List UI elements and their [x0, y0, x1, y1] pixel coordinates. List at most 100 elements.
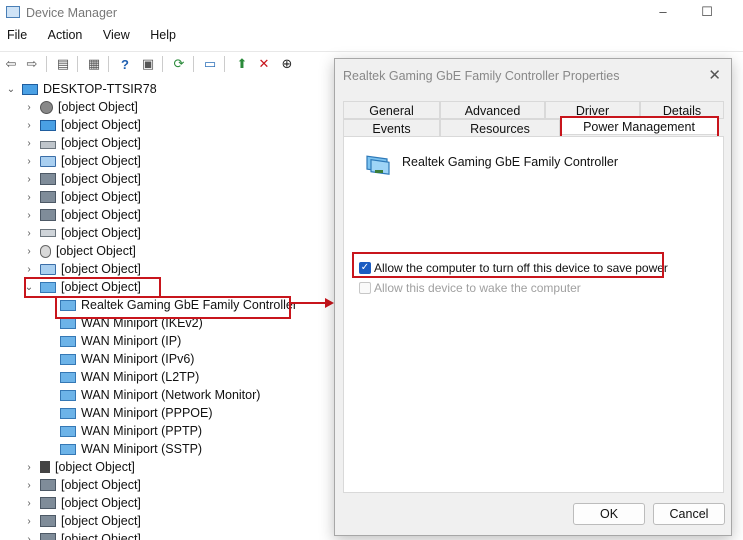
tree-category[interactable]: › [object Object]: [24, 494, 141, 512]
title-bar: Device Manager – ☐: [0, 0, 743, 26]
network-adapter-item[interactable]: WAN Miniport (IPv6): [60, 350, 194, 368]
chevron-right-icon[interactable]: ›: [24, 498, 34, 509]
close-icon[interactable]: ✕: [708, 66, 721, 84]
network-adapter-icon: [60, 443, 76, 455]
network-adapter-icon: [60, 425, 76, 437]
show-hide-tree-icon[interactable]: ▤: [54, 55, 72, 73]
network-adapter-item[interactable]: WAN Miniport (Network Monitor): [60, 386, 260, 404]
tree-category-label: [object Object]: [61, 154, 141, 168]
computer-icon: [40, 119, 56, 131]
tab-advanced[interactable]: Advanced: [440, 101, 545, 119]
tree-category[interactable]: › [object Object]: [24, 224, 141, 242]
menu-action[interactable]: Action: [48, 28, 83, 42]
tree-category-label: [object Object]: [61, 172, 141, 186]
network-adapter-item[interactable]: WAN Miniport (PPPOE): [60, 404, 213, 422]
network-adapter-item[interactable]: WAN Miniport (SSTP): [60, 440, 202, 458]
tab-resources[interactable]: Resources: [440, 119, 560, 137]
chevron-right-icon[interactable]: ›: [24, 138, 34, 149]
network-adapter-item[interactable]: WAN Miniport (L2TP): [60, 368, 199, 386]
tree-category[interactable]: › [object Object]: [24, 188, 141, 206]
tree-category[interactable]: › [object Object]: [24, 260, 141, 278]
properties-icon[interactable]: ▦: [85, 55, 103, 73]
chevron-right-icon[interactable]: ›: [24, 480, 34, 491]
tree-category[interactable]: › [object Object]: [24, 242, 136, 260]
port-icon: [40, 461, 50, 473]
chevron-right-icon[interactable]: ›: [24, 102, 34, 113]
maximize-button[interactable]: ☐: [697, 4, 717, 20]
tree-category-label: [object Object]: [61, 190, 141, 204]
tree-category[interactable]: › [object Object]: [24, 458, 135, 476]
device-manager-icon: [6, 6, 20, 18]
network-adapter-label: WAN Miniport (SSTP): [81, 442, 203, 456]
tree-category[interactable]: › [object Object]: [24, 170, 141, 188]
allow-wake-label: Allow this device to wake the computer: [374, 281, 581, 295]
tree-category[interactable]: › [object Object]: [24, 152, 141, 170]
tab-general[interactable]: General: [343, 101, 440, 119]
scan-hardware-icon[interactable]: ⟳: [170, 55, 188, 73]
chevron-right-icon[interactable]: ›: [24, 228, 34, 239]
tree-category[interactable]: › [object Object]: [24, 116, 141, 134]
highlight-allow-turn-off: [352, 252, 664, 278]
highlight-realtek-device: [55, 296, 291, 319]
network-adapter-label: WAN Miniport (Network Monitor): [81, 388, 261, 402]
update-driver-icon[interactable]: ▭: [201, 55, 219, 73]
network-adapter-item[interactable]: WAN Miniport (PPTP): [60, 422, 202, 440]
chevron-right-icon[interactable]: ›: [24, 534, 34, 540]
menu-file[interactable]: File: [7, 28, 27, 42]
tree-category-label: [object Object]: [61, 136, 141, 150]
uninstall-icon[interactable]: ✕: [255, 55, 273, 73]
network-adapter-label: WAN Miniport (PPPOE): [81, 406, 213, 420]
cancel-button[interactable]: Cancel: [653, 503, 725, 525]
device-name: Realtek Gaming GbE Family Controller: [402, 155, 619, 169]
menu-view[interactable]: View: [103, 28, 130, 42]
allow-wake-checkbox: [359, 282, 371, 294]
network-adapter-item[interactable]: WAN Miniport (IP): [60, 332, 181, 350]
speaker-icon: [40, 100, 53, 114]
minimize-button[interactable]: –: [653, 4, 673, 20]
hid-icon: [40, 191, 56, 203]
help-icon[interactable]: ?: [116, 55, 134, 73]
network-adapter-label: WAN Miniport (L2TP): [81, 370, 200, 384]
software-component-icon: [40, 533, 56, 540]
disable-device-icon[interactable]: ⊕: [278, 55, 296, 73]
arrow-head: [325, 298, 334, 308]
forward-icon[interactable]: ⇨: [23, 55, 41, 73]
tree-category[interactable]: › [object Object]: [24, 512, 141, 530]
network-adapter-icon: [60, 407, 76, 419]
chevron-down-icon[interactable]: ⌄: [6, 84, 16, 95]
view-icon[interactable]: ▣: [139, 55, 157, 73]
menu-bar: File Action View Help: [0, 28, 186, 48]
tree-category-label: [object Object]: [55, 460, 135, 474]
network-adapter-icon: [60, 335, 76, 347]
chevron-right-icon[interactable]: ›: [24, 516, 34, 527]
tab-events[interactable]: Events: [343, 119, 440, 137]
chevron-right-icon[interactable]: ›: [24, 156, 34, 167]
tree-category[interactable]: › [object Object]: [24, 206, 141, 224]
mouse-icon: [40, 244, 51, 258]
tree-category[interactable]: › [object Object]: [24, 530, 141, 540]
tree-category[interactable]: › [object Object]: [24, 134, 141, 152]
monitor-icon: [40, 263, 56, 275]
tree-category[interactable]: › [object Object]: [24, 476, 141, 494]
chevron-right-icon[interactable]: ›: [24, 174, 34, 185]
network-adapter-icon: [366, 155, 390, 175]
chevron-right-icon[interactable]: ›: [24, 246, 34, 257]
tree-category-label: [object Object]: [61, 226, 141, 240]
chevron-right-icon[interactable]: ›: [24, 120, 34, 131]
tree-category[interactable]: › [object Object]: [24, 98, 138, 116]
tree-root[interactable]: ⌄ DESKTOP-TTSIR78: [6, 80, 157, 98]
properties-dialog: Realtek Gaming GbE Family Controller Pro…: [334, 58, 732, 536]
chevron-right-icon[interactable]: ›: [24, 264, 34, 275]
chevron-right-icon[interactable]: ›: [24, 192, 34, 203]
add-driver-icon[interactable]: ⬆: [233, 55, 251, 73]
chevron-right-icon[interactable]: ›: [24, 462, 34, 473]
chevron-right-icon[interactable]: ›: [24, 210, 34, 221]
network-adapter-icon: [60, 389, 76, 401]
ok-button[interactable]: OK: [573, 503, 645, 525]
highlight-network-adapters: [24, 277, 161, 298]
back-icon[interactable]: ⇦: [2, 55, 20, 73]
tree-category-label: [object Object]: [58, 100, 138, 114]
network-adapter-icon: [60, 317, 76, 329]
menu-help[interactable]: Help: [150, 28, 176, 42]
computer-icon: [22, 83, 38, 95]
